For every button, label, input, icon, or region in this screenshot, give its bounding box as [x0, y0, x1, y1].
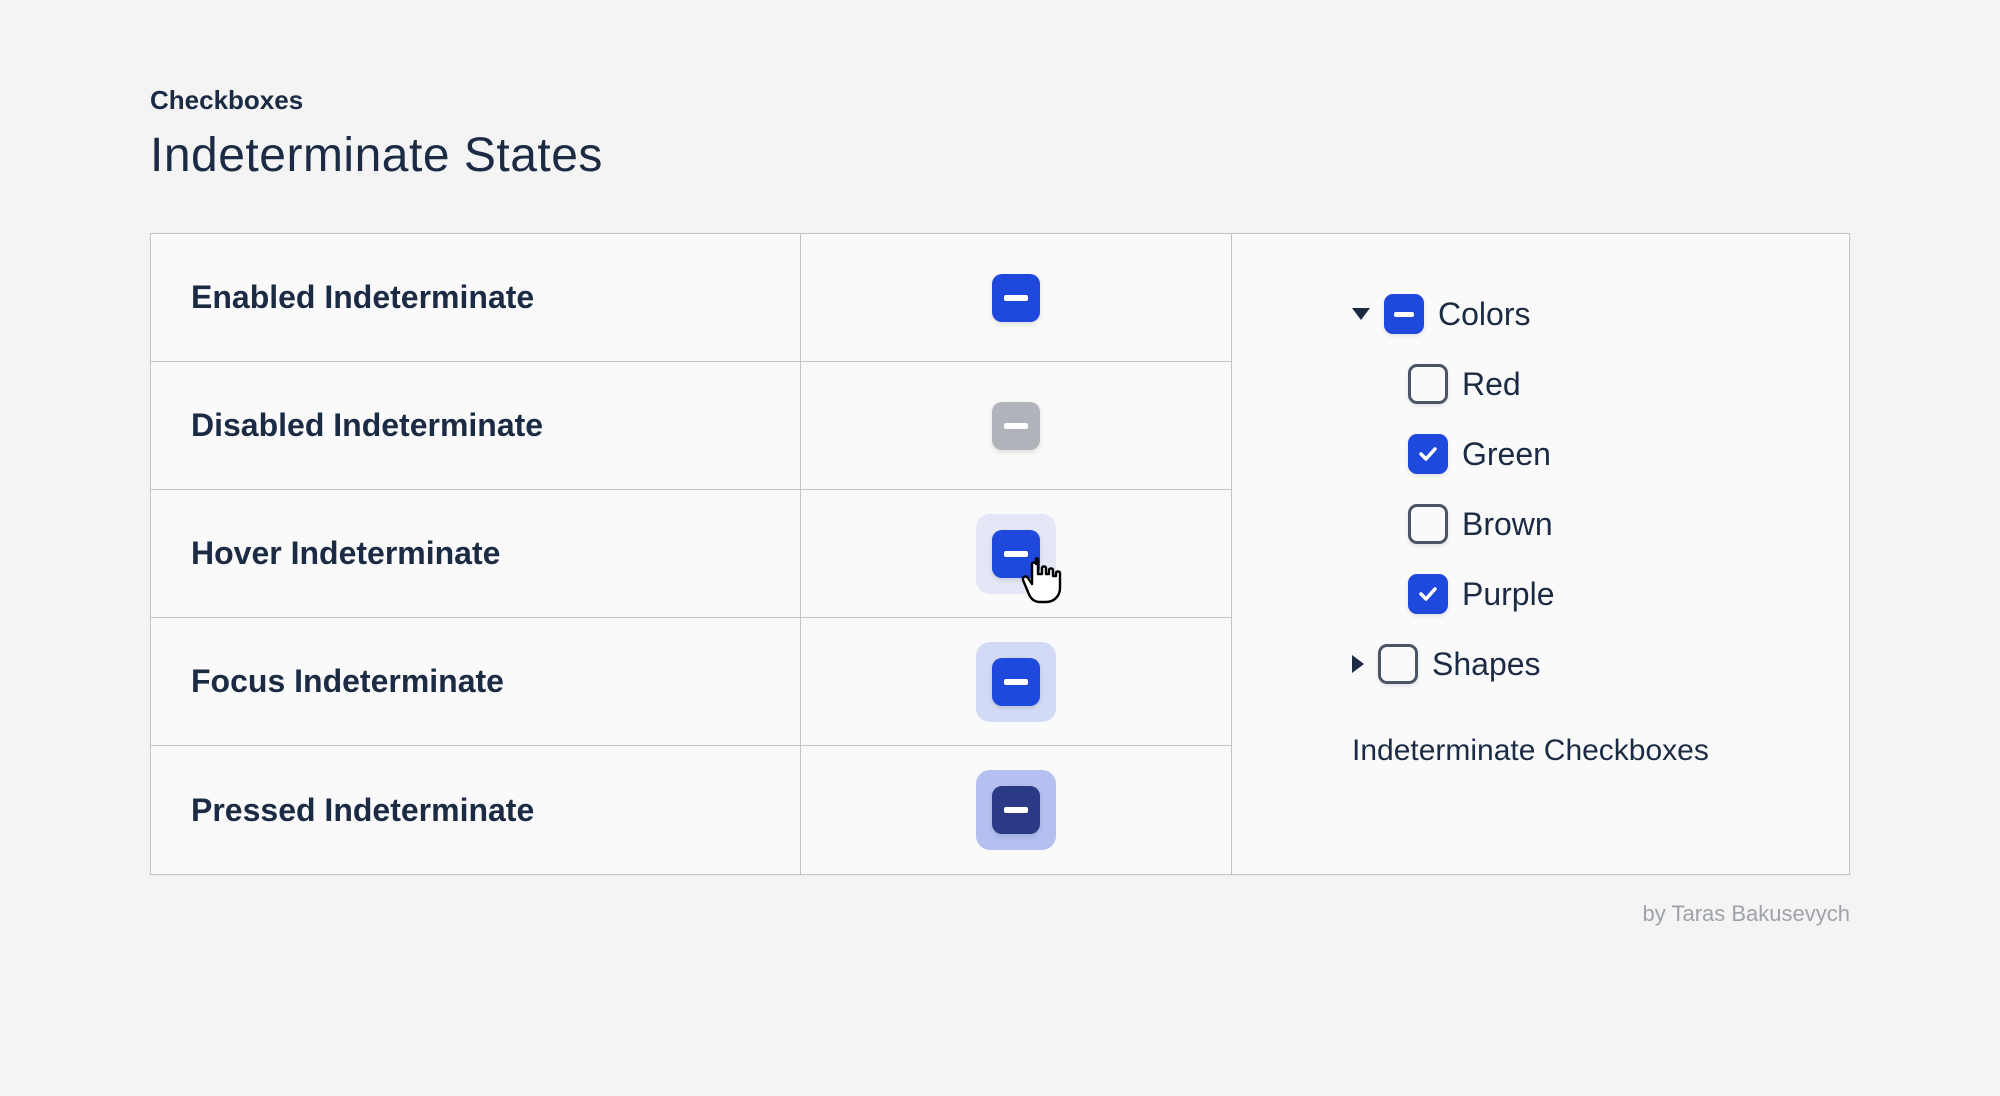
state-label: Enabled Indeterminate — [151, 234, 801, 361]
state-label: Hover Indeterminate — [151, 490, 801, 617]
state-sample — [801, 770, 1231, 850]
checkbox-wrap — [976, 514, 1056, 594]
state-sample — [801, 258, 1231, 338]
tree-label: Shapes — [1432, 646, 1541, 683]
state-row-disabled: Disabled Indeterminate — [151, 362, 1231, 490]
state-label: Pressed Indeterminate — [151, 746, 801, 874]
state-row-pressed: Pressed Indeterminate — [151, 746, 1231, 874]
state-label: Disabled Indeterminate — [151, 362, 801, 489]
chevron-down-icon — [1352, 308, 1370, 320]
example-column: Colors Red Green Brown Purple Shapes — [1231, 234, 1849, 874]
checkbox-colors-indeterminate[interactable] — [1384, 294, 1424, 334]
tree-label: Colors — [1438, 296, 1530, 333]
minus-icon — [1004, 423, 1028, 429]
tree-item-green[interactable]: Green — [1408, 434, 1849, 474]
checkbox-shapes[interactable] — [1378, 644, 1418, 684]
tree-item-brown[interactable]: Brown — [1408, 504, 1849, 544]
page-title: Indeterminate States — [150, 128, 1850, 183]
checkbox-wrap — [976, 258, 1056, 338]
checkbox-indeterminate-pressed[interactable] — [992, 786, 1040, 834]
checkbox-wrap — [976, 770, 1056, 850]
check-icon — [1416, 442, 1440, 466]
minus-icon — [1004, 679, 1028, 685]
checkbox-purple[interactable] — [1408, 574, 1448, 614]
minus-icon — [1004, 551, 1028, 557]
tree-label: Green — [1462, 436, 1551, 473]
checkbox-indeterminate-hover[interactable] — [992, 530, 1040, 578]
checkbox-indeterminate-disabled — [992, 402, 1040, 450]
tree-group-shapes[interactable]: Shapes — [1352, 644, 1849, 684]
states-column: Enabled Indeterminate Disabled Indetermi… — [151, 234, 1231, 874]
attribution: by Taras Bakusevych — [150, 901, 1850, 927]
state-sample — [801, 386, 1231, 466]
check-icon — [1416, 582, 1440, 606]
states-table: Enabled Indeterminate Disabled Indetermi… — [150, 233, 1850, 875]
state-sample — [801, 642, 1231, 722]
minus-icon — [1394, 312, 1414, 317]
tree-label: Purple — [1462, 576, 1555, 613]
minus-icon — [1004, 807, 1028, 813]
state-row-enabled: Enabled Indeterminate — [151, 234, 1231, 362]
state-label: Focus Indeterminate — [151, 618, 801, 745]
state-sample — [801, 514, 1231, 594]
tree-label: Red — [1462, 366, 1521, 403]
minus-icon — [1004, 295, 1028, 301]
state-row-focus: Focus Indeterminate — [151, 618, 1231, 746]
checkbox-wrap — [976, 642, 1056, 722]
section-subtitle: Checkboxes — [150, 85, 1850, 116]
chevron-right-icon — [1352, 655, 1364, 673]
checkbox-brown[interactable] — [1408, 504, 1448, 544]
tree-item-purple[interactable]: Purple — [1408, 574, 1849, 614]
tree-item-red[interactable]: Red — [1408, 364, 1849, 404]
checkbox-indeterminate-focus[interactable] — [992, 658, 1040, 706]
example-caption: Indeterminate Checkboxes — [1352, 734, 1849, 768]
checkbox-green[interactable] — [1408, 434, 1448, 474]
checkbox-indeterminate-enabled[interactable] — [992, 274, 1040, 322]
checkbox-wrap — [976, 386, 1056, 466]
tree-label: Brown — [1462, 506, 1553, 543]
state-row-hover: Hover Indeterminate — [151, 490, 1231, 618]
tree-group-colors[interactable]: Colors — [1352, 294, 1849, 334]
checkbox-red[interactable] — [1408, 364, 1448, 404]
